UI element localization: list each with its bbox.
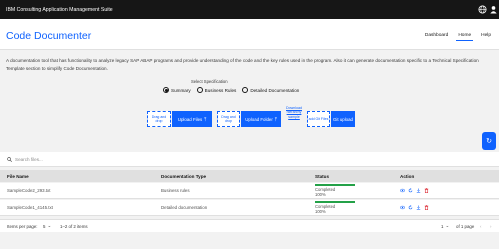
download-icon[interactable]	[416, 188, 421, 193]
app-header: Code Documenter Dashboard Home Help	[0, 19, 499, 50]
regenerate-icon[interactable]	[408, 205, 413, 210]
radio-business-rules[interactable]: Business Rules	[196, 87, 237, 93]
upload-files-button[interactable]: Upload Files ⤒	[172, 111, 212, 127]
column-file-name[interactable]: File Name	[7, 170, 29, 182]
radio-selected-icon[interactable]	[163, 87, 169, 93]
items-per-page-value: 5	[43, 223, 46, 229]
nav-help[interactable]: Help	[479, 31, 493, 41]
file-drop-zone[interactable]: Drag and drop	[147, 111, 171, 127]
view-icon[interactable]	[400, 188, 405, 193]
download-icon[interactable]	[416, 205, 421, 210]
radio-label: Summary	[171, 87, 191, 93]
download-hierarchy-sample-link[interactable]: Download hierarchy sample	[283, 106, 305, 119]
items-range: 1–2 of 2 items	[60, 223, 88, 229]
column-status[interactable]: Status	[315, 170, 329, 182]
git-upload-button[interactable]: Git upload	[331, 111, 355, 127]
specification-radio-group: Summary Business Rules Detailed Document…	[163, 87, 299, 93]
next-page-button[interactable]: ›	[490, 220, 491, 232]
chevron-right-icon: ›	[490, 223, 492, 229]
folder-drop-zone[interactable]: Drag and drop	[217, 111, 240, 127]
progress-label: 100%	[315, 191, 326, 197]
refresh-fab-button[interactable]: ↻	[482, 132, 496, 150]
upload-icon: ⤒	[204, 116, 207, 122]
delete-icon[interactable]	[424, 188, 429, 193]
previous-page-button[interactable]: ‹	[480, 220, 481, 232]
suite-title: IBM Consulting Application Management Su…	[6, 6, 113, 13]
progress-label: 100%	[315, 208, 326, 214]
file-name: SampleCode2_293.txt	[7, 188, 51, 193]
upload-icon: ⤒	[274, 116, 277, 122]
chevron-left-icon: ‹	[480, 223, 482, 229]
user-icon[interactable]	[489, 5, 498, 14]
status-cell: Completed 100%	[315, 183, 355, 198]
row-actions	[400, 183, 429, 198]
progress-fill	[315, 184, 355, 186]
git-files-drop-zone[interactable]: add Git Files	[307, 111, 330, 127]
status-cell: Completed 100%	[315, 200, 355, 215]
items-per-page-label: Items per page:	[7, 223, 38, 229]
page-title: Code Documenter	[6, 30, 92, 42]
page-value: 1	[441, 223, 444, 229]
radio-unselected-icon[interactable]	[242, 87, 249, 93]
page-select[interactable]: 1 ⌄	[441, 220, 449, 232]
radio-detailed-documentation[interactable]: Detailed Documentation	[242, 87, 299, 93]
search-bar[interactable]: Search files...	[0, 152, 499, 167]
documentation-type: Business rules	[161, 188, 190, 193]
radio-label: Business Rules	[204, 87, 237, 93]
chevron-down-icon: ⌄	[47, 223, 52, 228]
delete-icon[interactable]	[424, 205, 429, 210]
progress-fill	[315, 201, 355, 203]
column-documentation-type[interactable]: Documentation Type	[161, 170, 206, 182]
view-icon[interactable]	[400, 205, 405, 210]
upload-folder-label: Upload Folder	[245, 116, 273, 122]
nav-dashboard[interactable]: Dashboard	[423, 31, 450, 41]
globe-icon[interactable]	[478, 5, 487, 14]
search-input[interactable]: Search files...	[15, 157, 43, 162]
table-row: SampleCode2_293.txt Business rules Compl…	[0, 183, 499, 199]
search-icon	[7, 156, 12, 162]
table-row: SampleCode1_4145.txt Detailed documentat…	[0, 200, 499, 216]
upload-files-label: Upload Files	[177, 116, 203, 122]
progress-bar	[315, 184, 355, 186]
upload-folder-button[interactable]: Upload Folder ⤒	[241, 111, 281, 127]
refresh-icon: ↻	[486, 138, 492, 145]
tool-description: A documentation tool that has functional…	[6, 58, 479, 71]
top-bar: IBM Consulting Application Management Su…	[0, 0, 499, 19]
column-action: Action	[400, 173, 415, 179]
table-header: File Name Documentation Type Status Acti…	[0, 170, 499, 182]
radio-unselected-icon[interactable]	[196, 87, 203, 93]
regenerate-icon[interactable]	[408, 188, 413, 193]
chevron-down-icon: ⌄	[445, 223, 450, 228]
row-actions	[400, 200, 429, 215]
documentation-type: Detailed documentation	[161, 205, 208, 210]
radio-summary[interactable]: Summary	[163, 87, 191, 93]
file-name: SampleCode1_4145.txt	[7, 205, 53, 210]
items-per-page-select[interactable]: 5 ⌄	[43, 220, 51, 232]
progress-bar	[315, 201, 355, 203]
pagination-bar: Items per page: 5 ⌄ 1–2 of 2 items 1 ⌄ o…	[0, 219, 499, 232]
header-nav: Dashboard Home Help	[423, 31, 493, 41]
specification-title: Select Specification	[191, 79, 228, 84]
page-count: of 1 page	[456, 223, 475, 229]
nav-home[interactable]: Home	[456, 31, 474, 41]
radio-label: Detailed Documentation	[250, 87, 300, 93]
